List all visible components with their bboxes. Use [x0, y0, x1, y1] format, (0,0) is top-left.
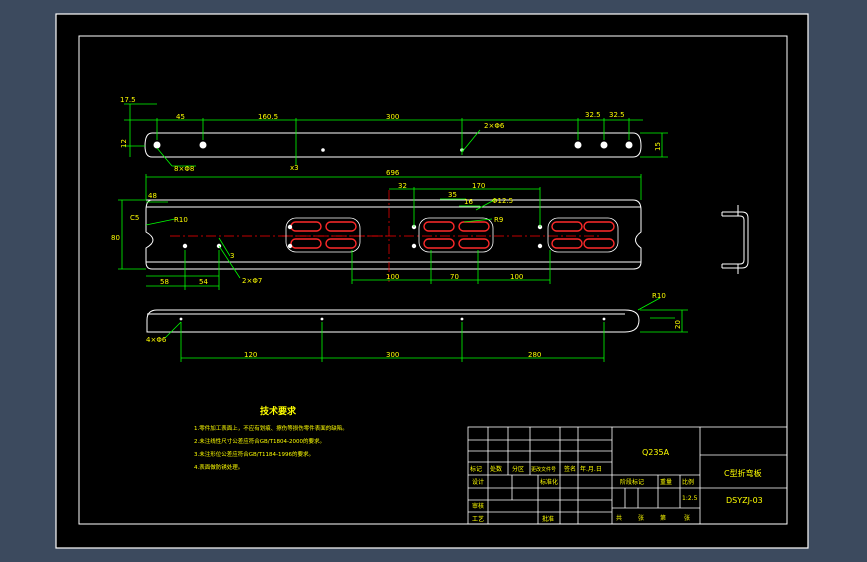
front-bottom-dim: 100 — [386, 273, 399, 281]
top-hole — [199, 141, 207, 149]
part-name: C型折弯板 — [724, 468, 762, 478]
side-dim-label: 300 — [386, 351, 399, 359]
top-hole-note: 2×Φ6 — [484, 122, 505, 130]
sheet-info: 张 — [684, 514, 690, 522]
front-dim-label: 170 — [472, 182, 485, 190]
drawing-number: DSYZJ-03 — [726, 496, 763, 505]
tech-requirement-item: 3.未注形位公差应符合GB/T1184-1996的要求。 — [194, 450, 314, 458]
title-row-label: 处数 — [490, 465, 502, 473]
front-bottom-dim: 100 — [510, 273, 523, 281]
front-hole — [287, 224, 293, 230]
front-hole — [537, 243, 543, 249]
top-right-height: 15 — [654, 142, 662, 151]
title-row-label: 签名 — [564, 465, 576, 473]
top-hole — [625, 141, 633, 149]
top-hole — [600, 141, 608, 149]
top-small-dim: x3 — [290, 164, 299, 172]
sheet-info: 共 — [616, 514, 622, 522]
side-hole-mark — [179, 317, 183, 321]
front-dim-label: Φ12.5 — [492, 197, 513, 205]
top-hole — [574, 141, 582, 149]
front-left-height: C5 — [130, 214, 139, 222]
top-dim-label: 32.5 — [585, 111, 601, 119]
side-height: 20 — [674, 320, 682, 329]
material-label: Q235A — [642, 448, 670, 457]
designer-label: 设计 — [472, 478, 484, 486]
title-row-label: 分区 — [512, 465, 524, 473]
title-row-label: 更改文件号 — [531, 466, 556, 473]
front-small-dim: 3 — [230, 252, 234, 260]
title-row-label: 年.月.日 — [580, 465, 602, 473]
front-radius: R10 — [174, 216, 188, 224]
front-dim-label: 35 — [448, 191, 457, 199]
front-overall-dim: 696 — [386, 169, 400, 177]
front-dim-label: 32 — [398, 182, 407, 190]
approve-label: 批准 — [542, 515, 554, 523]
front-left-dim: 80 — [111, 234, 120, 242]
sheet-info: 第 — [660, 514, 666, 522]
scale-label: 比例 — [682, 478, 694, 486]
side-hole-mark — [602, 317, 606, 321]
side-hole-mark — [320, 317, 324, 321]
front-hole — [182, 243, 188, 249]
tech-requirement-item: 2.未注线性尺寸公差应符合GB/T1804-2000的要求。 — [194, 437, 325, 445]
front-bottom-dim: 70 — [450, 273, 459, 281]
top-bottom-note: 8×Φ8 — [174, 165, 194, 173]
sheet-info: 张 — [638, 514, 644, 522]
tech-requirement-item: 1.零件加工表面上，不应有划痕、擦伤等损伤零件表面的缺陷。 — [194, 424, 348, 432]
side-hole-mark — [460, 317, 464, 321]
front-hole — [411, 243, 417, 249]
scale-value: 1:2.5 — [682, 495, 698, 502]
side-dim-label: 120 — [244, 351, 257, 359]
side-radius: R10 — [652, 292, 666, 300]
front-dim-label: 48 — [148, 192, 157, 200]
top-dim-label: 160.5 — [258, 113, 278, 121]
stage-label: 阶段标记 — [620, 478, 644, 486]
top-left-height: 12 — [120, 139, 128, 148]
front-dim-label: 16 — [464, 198, 473, 206]
weight-label: 重量 — [660, 478, 672, 486]
top-center-mark — [321, 148, 325, 152]
front-bottom-dim: 58 — [160, 278, 169, 286]
top-dim-label: 300 — [386, 113, 399, 121]
front-bottom-dim: 54 — [199, 278, 208, 286]
top-dim-label: 45 — [176, 113, 185, 121]
front-dim-label: R9 — [494, 216, 503, 224]
top-dim-label: 17.5 — [120, 96, 136, 104]
title-row-label: 标记 — [470, 465, 482, 473]
cad-drawing-canvas: 17.5 45 160.5 300 32.5 32.5 12 15 2×Φ6 8… — [55, 13, 809, 549]
front-hole-note: 2×Φ7 — [242, 277, 262, 285]
tech-requirements-title: 技术要求 — [260, 405, 297, 417]
top-dim-label: 32.5 — [609, 111, 625, 119]
side-dim-label: 280 — [528, 351, 541, 359]
top-hole — [153, 141, 161, 149]
tech-requirement-item: 4.表面做防锈处理。 — [194, 463, 243, 471]
front-hole — [287, 243, 293, 249]
process-label: 工艺 — [472, 515, 484, 523]
side-holes-note: 4×Φ6 — [146, 336, 167, 344]
reviewer-label: 审核 — [472, 502, 484, 510]
standard-label: 标准化 — [540, 478, 558, 486]
